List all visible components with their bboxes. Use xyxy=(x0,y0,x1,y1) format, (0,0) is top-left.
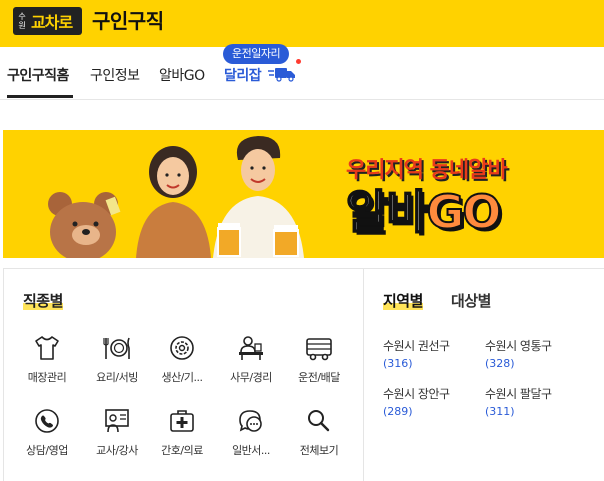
logo[interactable]: 수원 교차로 xyxy=(13,7,82,35)
driver-jobs-badge: 운전일자리 xyxy=(223,44,290,64)
region-item-paldal[interactable]: 수원시 팔달구 (311) xyxy=(485,385,585,418)
category-driving-delivery[interactable]: 운전/배달 xyxy=(284,333,354,391)
medical-kit-icon xyxy=(170,410,194,432)
region-count: (316) xyxy=(383,357,413,370)
category-label: 사무/경리 xyxy=(230,371,272,384)
main-nav: 구인구직홈 구인정보 알바GO xyxy=(0,47,604,100)
region-item-gwonseon[interactable]: 수원시 권선구 (316) xyxy=(383,337,483,370)
logo-main-text: 교차로 xyxy=(31,13,73,32)
category-label: 교사/강사 xyxy=(96,444,138,457)
tab-by-region-label: 지역별 xyxy=(383,292,423,310)
category-label: 상담/영업 xyxy=(26,444,68,457)
category-label: 요리/서빙 xyxy=(96,371,138,384)
office-worker-icon xyxy=(239,336,263,360)
category-title: 직종별 xyxy=(23,290,63,311)
page-title[interactable]: 구인구직 xyxy=(92,5,164,34)
category-label: 운전/배달 xyxy=(298,371,340,384)
search-icon xyxy=(308,410,330,432)
nav-active-indicator xyxy=(7,95,73,98)
phone-icon xyxy=(35,409,59,433)
top-header: 수원 교차로 구인구직 xyxy=(0,0,604,47)
category-label: 전체보기 xyxy=(299,444,339,457)
category-label: 일반서... xyxy=(232,444,270,457)
category-label: 간호/의료 xyxy=(161,444,203,457)
banner-headline: 우리지역 동네알바 xyxy=(346,158,508,183)
category-panel: 직종별 매장관리 요리/서빙 생산/기... 사무/경리 운전/배달 상담/영업 xyxy=(3,268,363,481)
region-name: 수원시 팔달구 xyxy=(485,387,552,401)
category-cooking-serving[interactable]: 요리/서빙 xyxy=(82,333,152,391)
category-production[interactable]: 생산/기... xyxy=(147,333,217,391)
region-count: (289) xyxy=(383,405,413,418)
teacher-icon xyxy=(105,409,129,433)
category-office[interactable]: 사무/경리 xyxy=(216,333,286,391)
chat-bubble-icon xyxy=(239,410,262,432)
shirt-icon xyxy=(35,336,59,360)
nav-item-albago[interactable]: 알바GO xyxy=(159,65,205,85)
banner-brand: 알바GO xyxy=(345,184,503,240)
logo-small-text: 수원 xyxy=(18,12,26,30)
gear-icon xyxy=(170,336,194,360)
category-teacher[interactable]: 교사/강사 xyxy=(82,406,152,464)
category-view-all[interactable]: 전체보기 xyxy=(284,406,354,464)
category-nursing-medical[interactable]: 간호/의료 xyxy=(147,406,217,464)
region-item-jangan[interactable]: 수원시 장안구 (289) xyxy=(383,385,483,418)
nav-item-job-info[interactable]: 구인정보 xyxy=(90,65,140,85)
nav-item-dallijob[interactable]: 달리잡 xyxy=(224,65,262,85)
category-label: 생산/기... xyxy=(161,371,203,384)
region-panel: 지역별 대상별 수원시 권선구 (316) 수원시 영통구 (328) 수원시 … xyxy=(363,268,604,481)
truck-icon xyxy=(268,68,295,82)
tab-by-region[interactable]: 지역별 xyxy=(383,290,423,311)
dining-icon xyxy=(103,337,130,359)
category-store-management[interactable]: 매장관리 xyxy=(12,333,82,391)
category-label: 매장관리 xyxy=(27,371,67,384)
tab-by-target[interactable]: 대상별 xyxy=(451,290,491,311)
category-consulting-sales[interactable]: 상담/영업 xyxy=(12,406,82,464)
nav-item-home[interactable]: 구인구직홈 xyxy=(7,65,69,85)
category-general-service[interactable]: 일반서... xyxy=(216,406,286,464)
region-item-yeongtong[interactable]: 수원시 영통구 (328) xyxy=(485,337,585,370)
region-name: 수원시 장안구 xyxy=(383,387,450,401)
truck-icon xyxy=(306,338,332,361)
banner-brand-part2: GO xyxy=(426,184,503,240)
region-name: 수원시 영통구 xyxy=(485,339,552,353)
region-count: (311) xyxy=(485,405,515,418)
banner-brand-part1: 알바 xyxy=(345,184,430,240)
new-indicator-dot xyxy=(296,59,301,64)
promo-banner[interactable]: 우리지역 동네알바 알바GO xyxy=(3,130,604,258)
banner-illustration xyxy=(48,136,304,258)
region-count: (328) xyxy=(485,357,515,370)
category-title-text: 직종별 xyxy=(23,292,63,310)
region-name: 수원시 권선구 xyxy=(383,339,450,353)
